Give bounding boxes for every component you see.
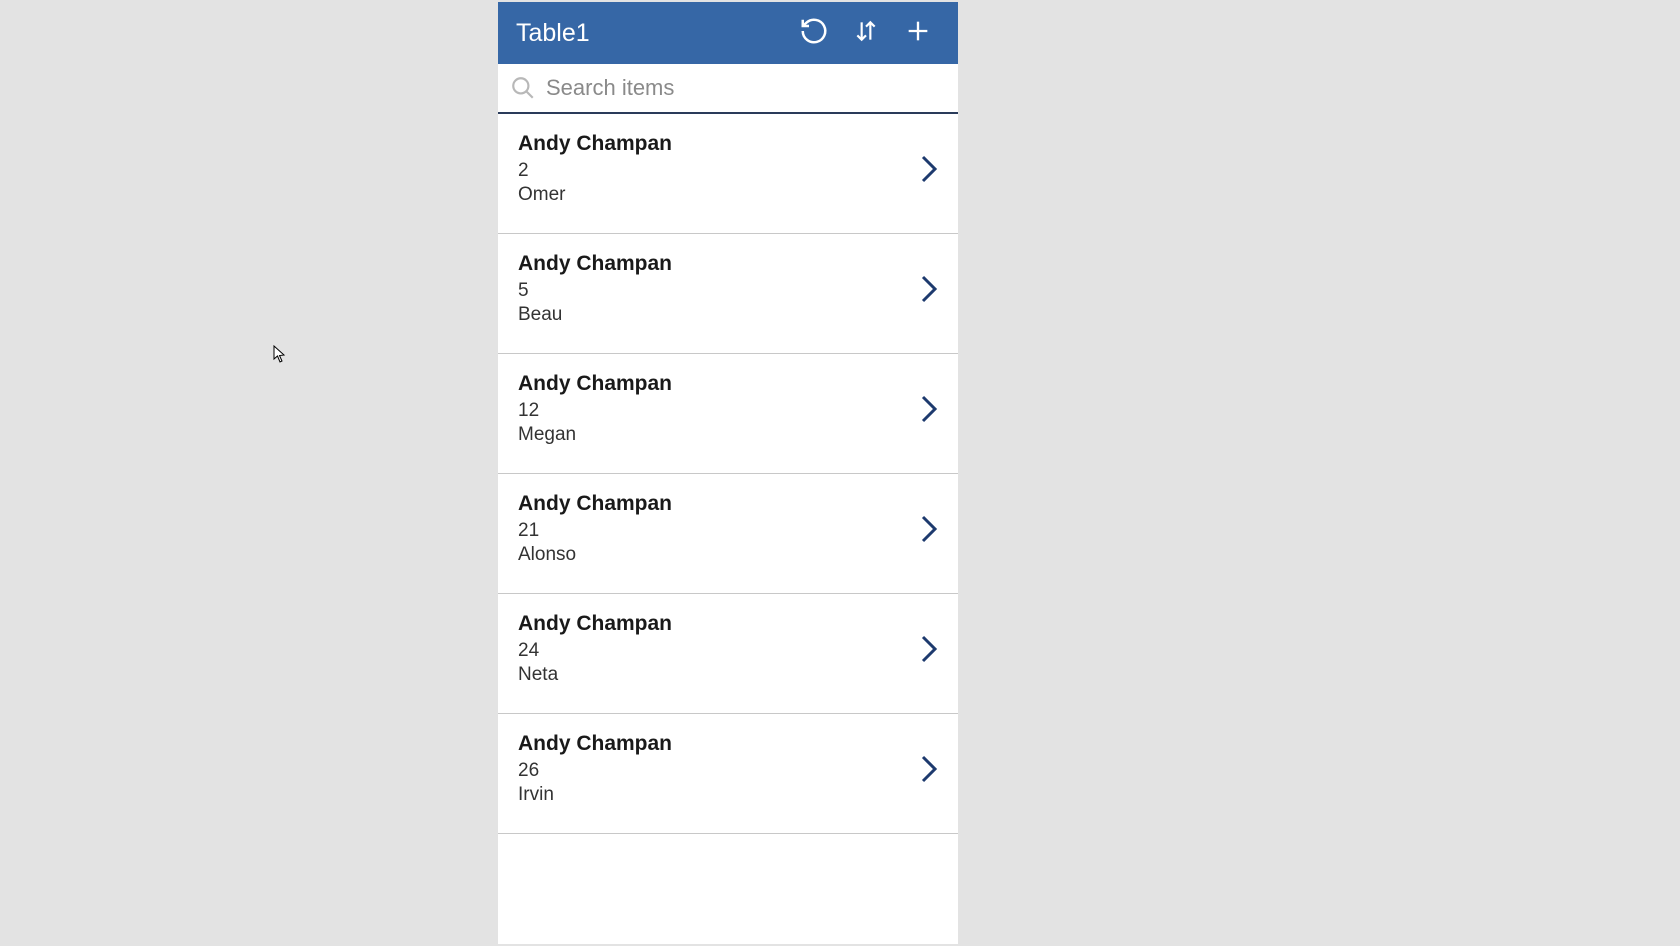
app-frame: Table1 [498, 2, 958, 944]
item-title: Andy Champan [518, 492, 920, 516]
item-number: 26 [518, 760, 920, 782]
item-title: Andy Champan [518, 252, 920, 276]
item-subtitle: Irvin [518, 784, 920, 806]
item-number: 21 [518, 520, 920, 542]
items-list[interactable]: Andy Champan2OmerAndy Champan5BeauAndy C… [498, 114, 958, 944]
search-input[interactable] [546, 75, 946, 101]
list-item[interactable]: Andy Champan 24Neta [498, 594, 958, 714]
item-subtitle: Alonso [518, 544, 920, 566]
item-title: Andy Champan [518, 612, 920, 636]
item-subtitle: Megan [518, 424, 920, 446]
list-item[interactable]: Andy Champan 5Beau [498, 234, 958, 354]
refresh-button[interactable] [792, 11, 836, 55]
item-number: 5 [518, 280, 920, 302]
plus-icon [904, 17, 932, 50]
list-item-content: Andy Champan 5Beau [518, 252, 920, 326]
search-bar [498, 64, 958, 114]
list-item-content: Andy Champan 21Alonso [518, 492, 920, 566]
sort-button[interactable] [844, 11, 888, 55]
item-subtitle: Neta [518, 664, 920, 686]
add-button[interactable] [896, 11, 940, 55]
item-number: 24 [518, 640, 920, 662]
app-header: Table1 [498, 2, 958, 64]
list-item[interactable]: Andy Champan 2Omer [498, 114, 958, 234]
chevron-right-icon [920, 514, 938, 544]
list-item-content: Andy Champan 2Omer [518, 132, 920, 206]
chevron-right-icon [920, 394, 938, 424]
list-item[interactable]: Andy Champan 12Megan [498, 354, 958, 474]
chevron-right-icon [920, 154, 938, 184]
list-item[interactable]: Andy Champan 26Irvin [498, 714, 958, 834]
item-title: Andy Champan [518, 372, 920, 396]
item-number: 2 [518, 160, 920, 182]
chevron-right-icon [920, 754, 938, 784]
chevron-right-icon [920, 274, 938, 304]
list-item-content: Andy Champan 26Irvin [518, 732, 920, 806]
item-number: 12 [518, 400, 920, 422]
chevron-right-icon [920, 634, 938, 664]
search-icon [510, 75, 536, 101]
mouse-cursor [273, 345, 287, 368]
list-item[interactable]: Andy Champan 21Alonso [498, 474, 958, 594]
item-subtitle: Beau [518, 304, 920, 326]
item-title: Andy Champan [518, 732, 920, 756]
item-title: Andy Champan [518, 132, 920, 156]
header-title: Table1 [516, 19, 784, 48]
list-item-content: Andy Champan 24Neta [518, 612, 920, 686]
sort-icon [853, 16, 879, 51]
refresh-icon [799, 16, 829, 51]
item-subtitle: Omer [518, 184, 920, 206]
list-item-content: Andy Champan 12Megan [518, 372, 920, 446]
